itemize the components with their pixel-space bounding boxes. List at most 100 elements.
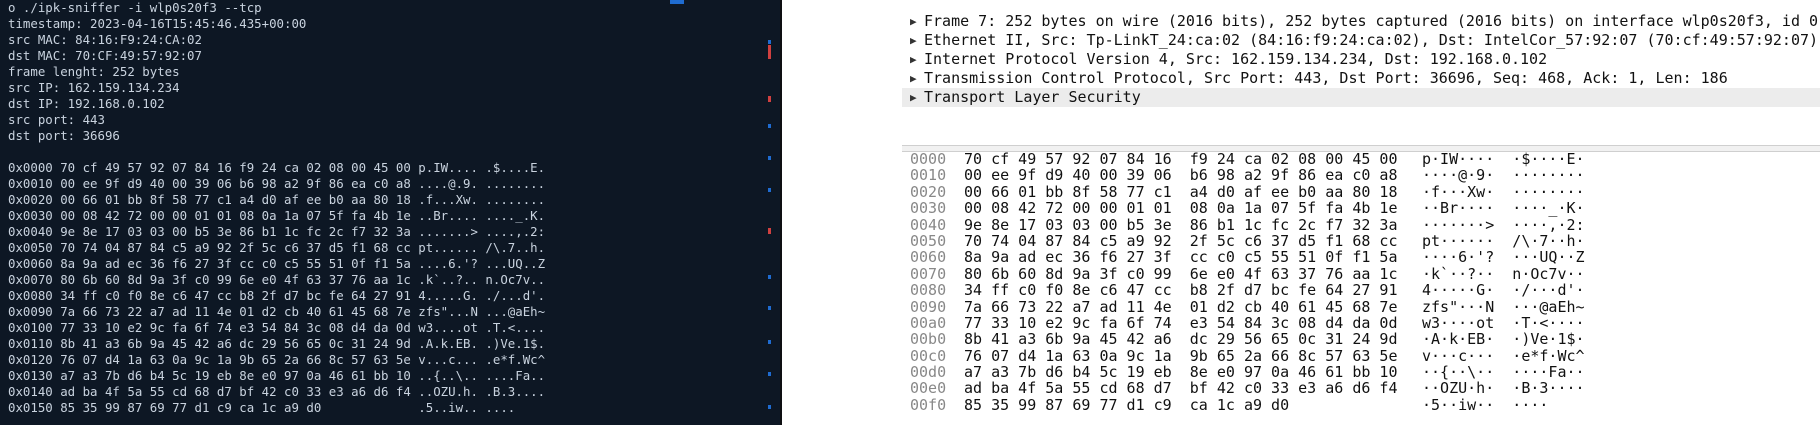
- hex-ascii: ·k`··?·· n·Oc7v··: [1422, 264, 1585, 283]
- hex-row[interactable]: 0040 9e 8e 17 03 03 00 b5 3e 86 b1 1c fc …: [902, 216, 1820, 233]
- terminal-output: o ./ipk-sniffer -i wlp0s20f3 --tcp timest…: [8, 0, 545, 416]
- hex-offset: 00b0: [910, 330, 947, 349]
- hex-ascii: 4·····G· ·/···d'·: [1422, 281, 1585, 300]
- terminal-line: 0x0140 ad ba 4f 5a 55 cd 68 d7 bf 42 c0 …: [8, 384, 546, 399]
- hex-offset: 0060: [910, 248, 947, 267]
- hex-bytes: 76 07 d4 1a 63 0a 9c 1a 9b 65 2a 66 8c 5…: [964, 346, 1398, 365]
- terminal-line: 0x0090 7a 66 73 22 a7 ad 11 4e 01 d2 cb …: [8, 304, 546, 319]
- scroll-marker: [768, 405, 771, 409]
- hex-row[interactable]: 0010 00 ee 9f d9 40 00 39 06 b6 98 a2 9f …: [902, 166, 1820, 185]
- hex-offset: 00d0: [910, 363, 947, 382]
- tree-row[interactable]: ▶ Transport Layer Security: [902, 88, 1820, 107]
- hex-bytes: ad ba 4f 5a 55 cd 68 d7 bf 42 c0 33 e3 a…: [964, 379, 1398, 398]
- terminal-line: 0x0000 70 cf 49 57 92 07 84 16 f9 24 ca …: [8, 160, 546, 175]
- hex-ascii: ··Br···· ····_·K·: [1422, 199, 1585, 218]
- terminal-line: 0x0080 34 ff c0 f0 8e c6 47 cc b8 2f d7 …: [8, 288, 546, 303]
- hex-ascii: w3····ot ·T·<····: [1422, 313, 1585, 332]
- terminal-line: 0x0010 00 ee 9f d9 40 00 39 06 b6 98 a2 …: [8, 176, 546, 191]
- hex-row[interactable]: 0080 34 ff c0 f0 8e c6 47 cc b8 2f d7 bc …: [902, 281, 1820, 300]
- hex-bytes: a7 a3 7b d6 b4 5c 19 eb 8e e0 97 0a 46 6…: [964, 363, 1398, 382]
- hex-bytes: 85 35 99 87 69 77 d1 c9 ca 1c a9 d0: [964, 395, 1290, 414]
- tree-row[interactable]: ▶ Transmission Control Protocol, Src Port…: [902, 69, 1820, 88]
- tree-row-label: Transmission Control Protocol, Src Port:…: [924, 69, 1728, 87]
- hex-bytes: 77 33 10 e2 9c fa 6f 74 e3 54 84 3c 08 d…: [964, 313, 1398, 332]
- hex-ascii: ·5··iw·· ····: [1422, 395, 1549, 414]
- scroll-marker: [768, 40, 771, 44]
- terminal-scrollbar-markers[interactable]: [768, 0, 780, 425]
- hex-bytes: 80 6b 60 8d 9a 3f c0 99 6e e0 4f 63 37 7…: [964, 264, 1398, 283]
- terminal-line: src port: 443: [8, 112, 105, 127]
- hex-row[interactable]: 0000 70 cf 49 57 92 07 84 16 f9 24 ca 02 …: [902, 150, 1820, 168]
- scroll-marker: [768, 306, 771, 310]
- hex-bytes: 00 ee 9f d9 40 00 39 06 b6 98 a2 9f 86 e…: [964, 166, 1398, 185]
- terminal-line: 0x0110 8b 41 a3 6b 9a 45 42 a6 dc 29 56 …: [8, 336, 546, 351]
- hex-bytes: 70 cf 49 57 92 07 84 16 f9 24 ca 02 08 0…: [964, 150, 1398, 168]
- hex-bytes: 00 08 42 72 00 00 01 01 08 0a 1a 07 5f f…: [964, 199, 1398, 218]
- hex-ascii: ·A·k·EB· ·)Ve·1$·: [1422, 330, 1585, 349]
- tree-row[interactable]: ▶ Ethernet II, Src: Tp-LinkT_24:ca:02 (84…: [902, 31, 1820, 50]
- hex-offset: 00c0: [910, 346, 947, 365]
- tree-row[interactable]: ▶ Frame 7: 252 bytes on wire (2016 bits),…: [902, 12, 1820, 31]
- terminal-line: 0x0060 8a 9a ad ec 36 f6 27 3f cc c0 c5 …: [8, 256, 546, 271]
- hex-ascii: ··OZU·h· ·B·3····: [1422, 379, 1585, 398]
- scroll-marker: [768, 96, 771, 102]
- hex-offset: 00f0: [910, 395, 947, 414]
- hex-offset: 0070: [910, 264, 947, 283]
- scroll-marker: [768, 340, 771, 344]
- expand-arrow-icon[interactable]: ▶: [910, 50, 917, 69]
- hex-offset: 00a0: [910, 313, 947, 332]
- tree-row-label: Transport Layer Security: [924, 88, 1141, 106]
- scroll-marker: [768, 228, 771, 234]
- terminal-line: src IP: 162.159.134.234: [8, 80, 180, 95]
- terminal-line: 0x0100 77 33 10 e2 9c fa 6f 74 e3 54 84 …: [8, 320, 546, 335]
- terminal-line: 0x0150 85 35 99 87 69 77 d1 c9 ca 1c a9 …: [8, 400, 516, 415]
- wireshark-pane[interactable]: ▶ Frame 7: 252 bytes on wire (2016 bits),…: [902, 0, 1820, 425]
- hex-row[interactable]: 0090 7a 66 73 22 a7 ad 11 4e 01 d2 cb 40 …: [902, 297, 1820, 316]
- hex-row[interactable]: 0060 8a 9a ad ec 36 f6 27 3f cc c0 c5 55 …: [902, 248, 1820, 267]
- expand-arrow-icon[interactable]: ▶: [910, 69, 917, 88]
- terminal-line: o ./ipk-sniffer -i wlp0s20f3 --tcp: [8, 0, 262, 15]
- hex-offset: 0090: [910, 297, 947, 316]
- terminal-line: src MAC: 84:16:F9:24:CA:02: [8, 32, 202, 47]
- hex-offset: 0050: [910, 231, 947, 250]
- hex-row[interactable]: 00a0 77 33 10 e2 9c fa 6f 74 e3 54 84 3c …: [902, 313, 1820, 332]
- hex-row[interactable]: 0070 80 6b 60 8d 9a 3f c0 99 6e e0 4f 63 …: [902, 264, 1820, 283]
- tree-row-label: Frame 7: 252 bytes on wire (2016 bits), …: [924, 12, 1819, 30]
- hex-bytes: 34 ff c0 f0 8e c6 47 cc b8 2f d7 bc fe 6…: [964, 281, 1398, 300]
- hex-row[interactable]: 00b0 8b 41 a3 6b 9a 45 42 a6 dc 29 56 65 …: [902, 330, 1820, 349]
- hex-row[interactable]: 00c0 76 07 d4 1a 63 0a 9c 1a 9b 65 2a 66 …: [902, 346, 1820, 365]
- packet-details-tree[interactable]: ▶ Frame 7: 252 bytes on wire (2016 bits),…: [902, 12, 1820, 107]
- hex-bytes: 00 66 01 bb 8f 58 77 c1 a4 d0 af ee b0 a…: [964, 182, 1398, 201]
- terminal-line: dst port: 36696: [8, 128, 120, 143]
- scroll-marker: [768, 275, 771, 279]
- hex-offset: 0030: [910, 199, 947, 218]
- expand-arrow-icon[interactable]: ▶: [910, 31, 917, 50]
- hex-row[interactable]: 0050 70 74 04 87 84 c5 a9 92 2f 5c c6 37 …: [902, 231, 1820, 250]
- hex-row[interactable]: 00f0 85 35 99 87 69 77 d1 c9 ca 1c a9 d0 ·…: [902, 395, 1820, 414]
- hex-row[interactable]: 00d0 a7 a3 7b d6 b4 5c 19 eb 8e e0 97 0a …: [902, 363, 1820, 382]
- tree-row[interactable]: ▶ Internet Protocol Version 4, Src: 162.1…: [902, 50, 1820, 69]
- hex-row[interactable]: 0030 00 08 42 72 00 00 01 01 08 0a 1a 07 …: [902, 199, 1820, 218]
- scroll-marker: [768, 156, 771, 160]
- hex-ascii: ····6·'? ···UQ··Z: [1422, 248, 1585, 267]
- scroll-marker: [768, 188, 771, 192]
- hex-ascii: pt······ /\·7··h·: [1422, 231, 1585, 250]
- expand-arrow-icon[interactable]: ▶: [910, 88, 917, 107]
- hex-bytes: 7a 66 73 22 a7 ad 11 4e 01 d2 cb 40 61 4…: [964, 297, 1398, 316]
- hex-row[interactable]: 0020 00 66 01 bb 8f 58 77 c1 a4 d0 af ee …: [902, 182, 1820, 201]
- hex-offset: 0080: [910, 281, 947, 300]
- scroll-marker: [768, 45, 771, 59]
- expand-arrow-icon[interactable]: ▶: [910, 12, 917, 31]
- hex-ascii: v···c··· ·e*f·Wc^: [1422, 346, 1585, 365]
- hex-offset: 00e0: [910, 379, 947, 398]
- terminal-pane[interactable]: o ./ipk-sniffer -i wlp0s20f3 --tcp timest…: [0, 0, 780, 425]
- tree-row-label: Ethernet II, Src: Tp-LinkT_24:ca:02 (84:…: [924, 31, 1819, 49]
- pane-divider[interactable]: [780, 0, 782, 425]
- terminal-line: 0x0040 9e 8e 17 03 03 00 b5 3e 86 b1 1c …: [8, 224, 546, 239]
- hex-bytes: 8b 41 a3 6b 9a 45 42 a6 dc 29 56 65 0c 3…: [964, 330, 1398, 349]
- hex-row[interactable]: 00e0 ad ba 4f 5a 55 cd 68 d7 bf 42 c0 33 …: [902, 379, 1820, 398]
- hex-bytes: 8a 9a ad ec 36 f6 27 3f cc c0 c5 55 51 0…: [964, 248, 1398, 267]
- hex-ascii: ·f···Xw· ········: [1422, 182, 1585, 201]
- tree-row-label: Internet Protocol Version 4, Src: 162.15…: [924, 50, 1548, 68]
- packet-bytes-view[interactable]: 0000 70 cf 49 57 92 07 84 16 f9 24 ca 02 …: [902, 151, 1820, 425]
